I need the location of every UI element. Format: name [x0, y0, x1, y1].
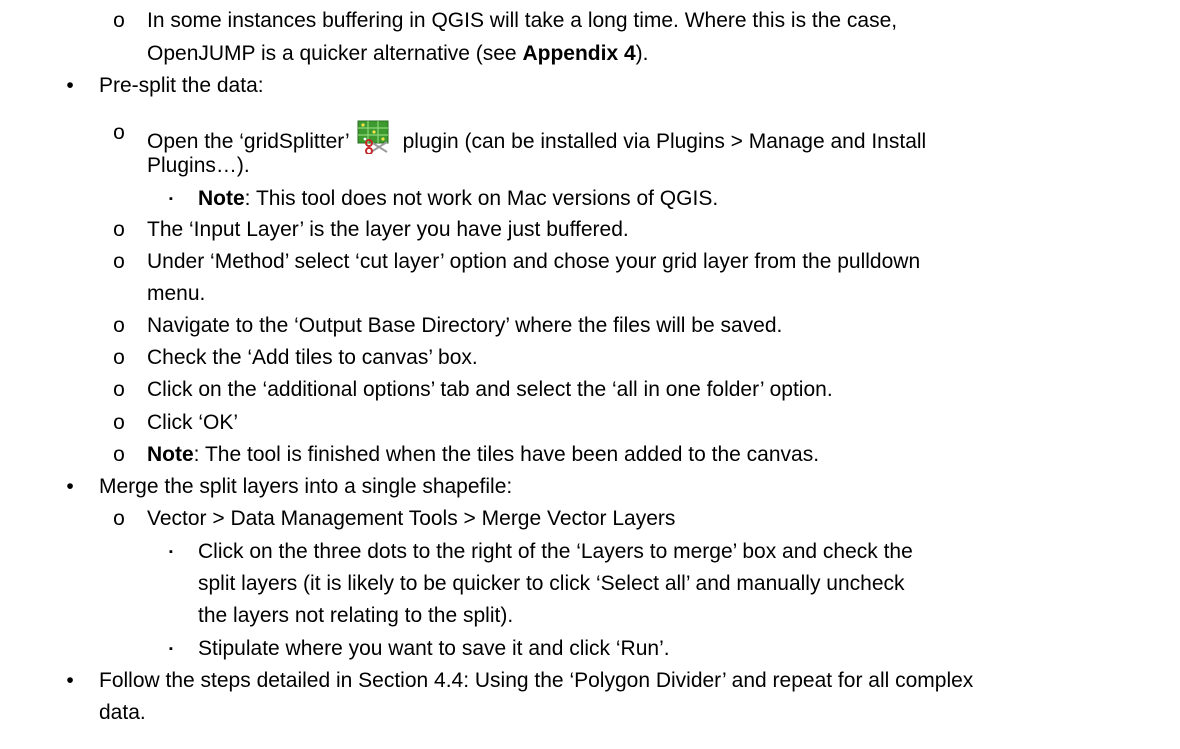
- note-text: : The tool is finished when the tiles ha…: [193, 443, 820, 466]
- merge-step-1-line-1: Click on the three dots to the right of …: [198, 540, 913, 563]
- appendix-ref: Appendix 4: [522, 42, 636, 65]
- intro-text-end: ).: [635, 42, 649, 65]
- bullet-level2: o: [113, 346, 125, 369]
- bullet-level2: o: [113, 507, 125, 530]
- open-plugin-hint: plugin (can be installed via Plugins > M…: [396, 130, 927, 153]
- note-text: : This tool does not work on Mac version…: [244, 187, 719, 210]
- navigate-step: Navigate to the ‘Output Base Directory’ …: [147, 314, 783, 337]
- bullet-level2: o: [113, 443, 125, 466]
- open-plugin-line: Open the ‘gridSplitter’ plugin (can be i…: [147, 120, 926, 155]
- method-step-line-2: menu.: [147, 282, 206, 305]
- open-plugin-text: Open the ‘gridSplitter’: [147, 130, 355, 153]
- input-layer-step: The ‘Input Layer’ is the layer you have …: [147, 218, 629, 241]
- bullet-level2: o: [113, 218, 125, 241]
- follow-line-2: data.: [99, 701, 146, 724]
- bullet-level3: ▪: [169, 546, 173, 558]
- bullet-level2: o: [113, 411, 125, 434]
- bullet-level3: ▪: [169, 643, 173, 655]
- merge-menu-path: Vector > Data Management Tools > Merge V…: [147, 507, 676, 530]
- follow-line-1: Follow the steps detailed in Section 4.4…: [99, 669, 974, 692]
- click-ok-step: Click ‘OK’: [147, 411, 239, 434]
- bullet-level2: o: [113, 314, 125, 337]
- merge-heading: Merge the split layers into a single sha…: [99, 475, 513, 498]
- bullet-level1: •: [66, 669, 74, 692]
- bullet-level1: •: [66, 475, 74, 498]
- bullet-level1: •: [66, 74, 74, 97]
- note-label: Note: [147, 443, 194, 466]
- merge-step-1-line-3: the layers not relating to the split).: [198, 604, 514, 627]
- note-label: Note: [198, 187, 245, 210]
- mac-note: Note: This tool does not work on Mac ver…: [198, 186, 718, 212]
- presplit-heading: Pre-split the data:: [99, 74, 264, 97]
- merge-step-1-line-2: split layers (it is likely to be quicker…: [198, 572, 905, 595]
- open-plugin-cont: Plugins…).: [147, 154, 250, 177]
- method-step-line-1: Under ‘Method’ select ‘cut layer’ option…: [147, 250, 921, 273]
- additional-options-step: Click on the ‘additional options’ tab an…: [147, 378, 833, 401]
- intro-text: OpenJUMP is a quicker alternative (see: [147, 42, 523, 65]
- grid-splitter-plugin-icon: [357, 120, 395, 155]
- intro-line-1: In some instances buffering in QGIS will…: [147, 9, 898, 32]
- merge-step-2: Stipulate where you want to save it and …: [198, 637, 670, 660]
- bullet-level2: o: [113, 9, 125, 32]
- finished-note: Note: The tool is finished when the tile…: [147, 442, 819, 468]
- bullet-level3: ▪: [169, 193, 173, 205]
- intro-line-2: OpenJUMP is a quicker alternative (see A…: [147, 41, 648, 67]
- bullet-level2: o: [113, 250, 125, 273]
- bullet-level2: o: [113, 121, 125, 144]
- bullet-level2: o: [113, 378, 125, 401]
- check-step: Check the ‘Add tiles to canvas’ box.: [147, 346, 478, 369]
